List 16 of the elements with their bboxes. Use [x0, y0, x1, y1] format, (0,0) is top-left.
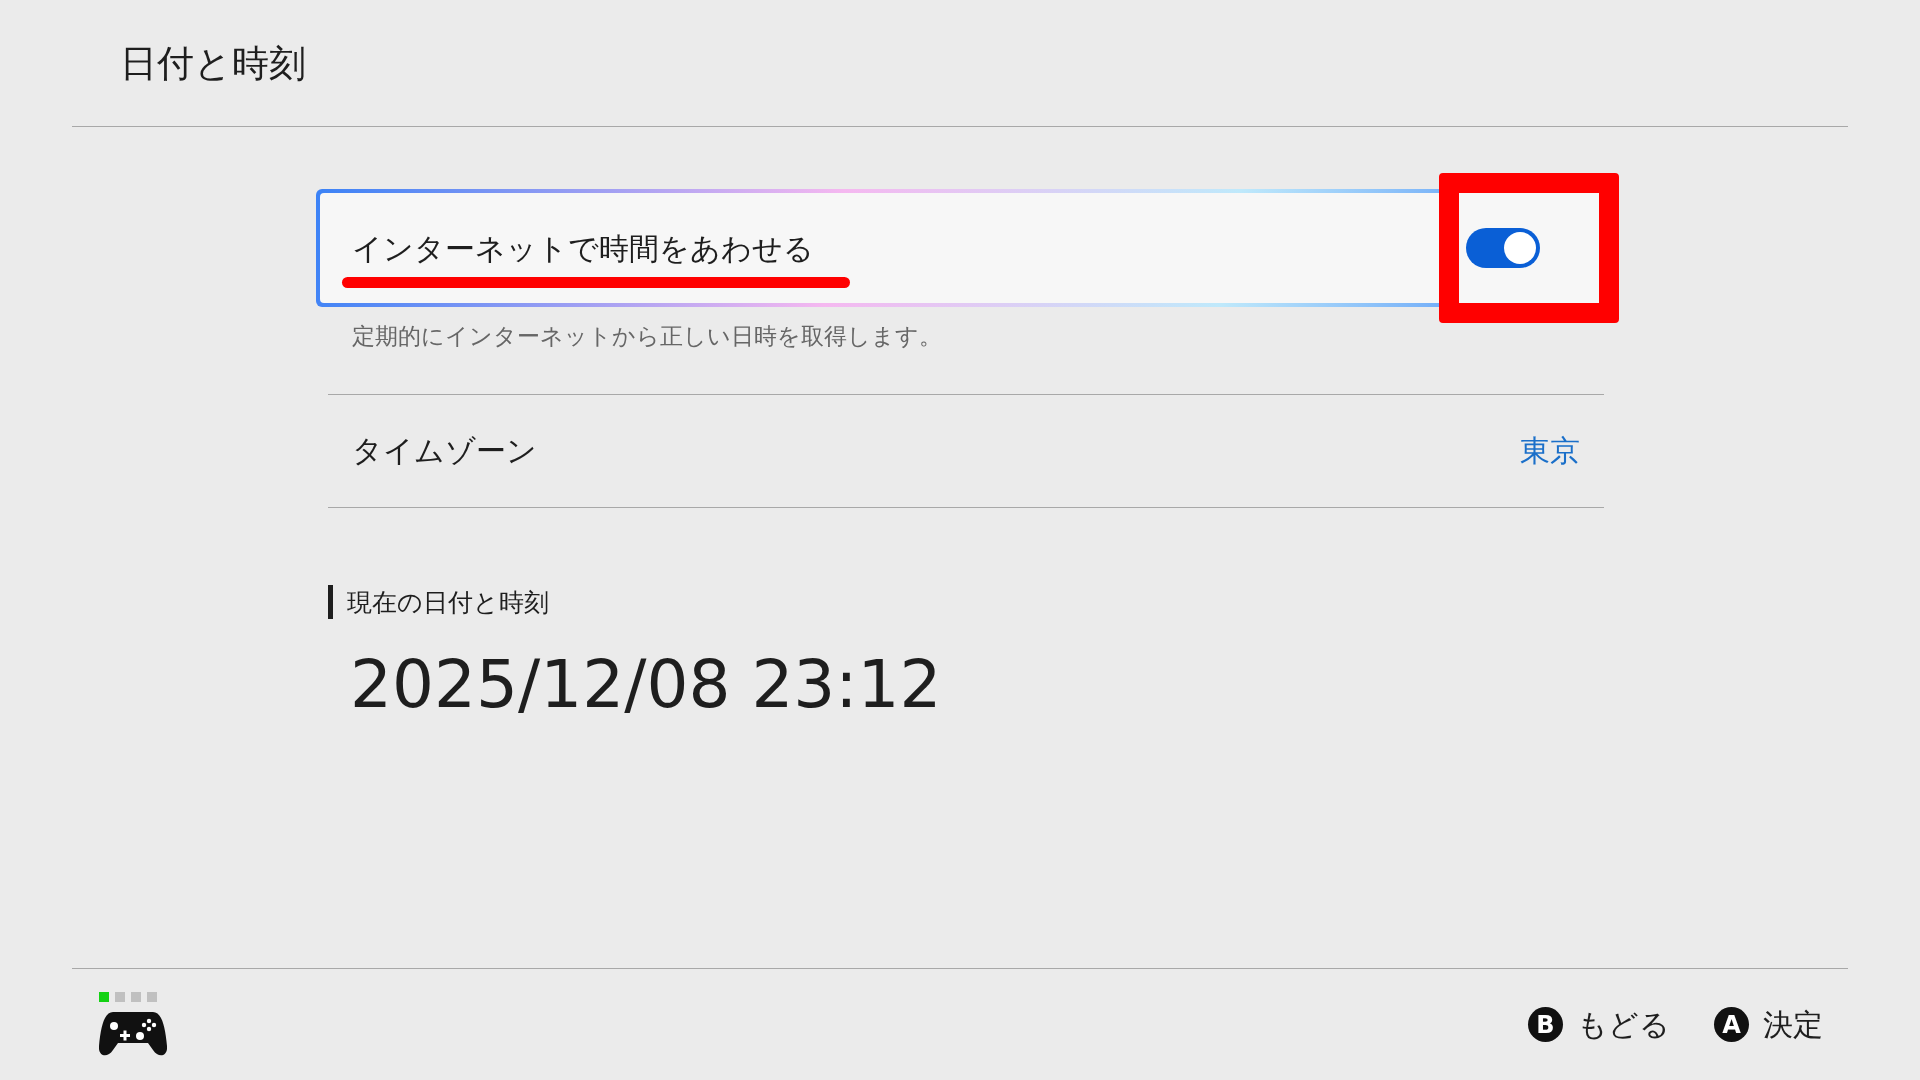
timezone-label: タイムゾーン	[352, 432, 537, 470]
toggle-switch[interactable]	[1466, 228, 1540, 268]
button-key-icon: B	[1528, 1007, 1563, 1042]
gamepad-icon	[99, 1009, 167, 1058]
page-title: 日付と時刻	[120, 41, 306, 88]
section-heading: 現在の日付と時刻	[347, 586, 549, 619]
footer-action[interactable]: A 決定	[1714, 1002, 1823, 1047]
timezone-value[interactable]: 東京	[1520, 428, 1580, 473]
button-key-icon: A	[1714, 1007, 1749, 1042]
footer-action[interactable]: B もどる	[1528, 1002, 1670, 1047]
action-label: もどる	[1577, 1006, 1670, 1044]
setting-label: インターネットで時間をあわせる	[352, 229, 814, 268]
setting-description: 定期的にインターネットから正しい日時を取得します。	[352, 322, 943, 351]
section-marker	[328, 585, 333, 620]
action-label: 決定	[1763, 1006, 1823, 1044]
current-datetime: 2025/12/08 23:12	[350, 645, 943, 725]
